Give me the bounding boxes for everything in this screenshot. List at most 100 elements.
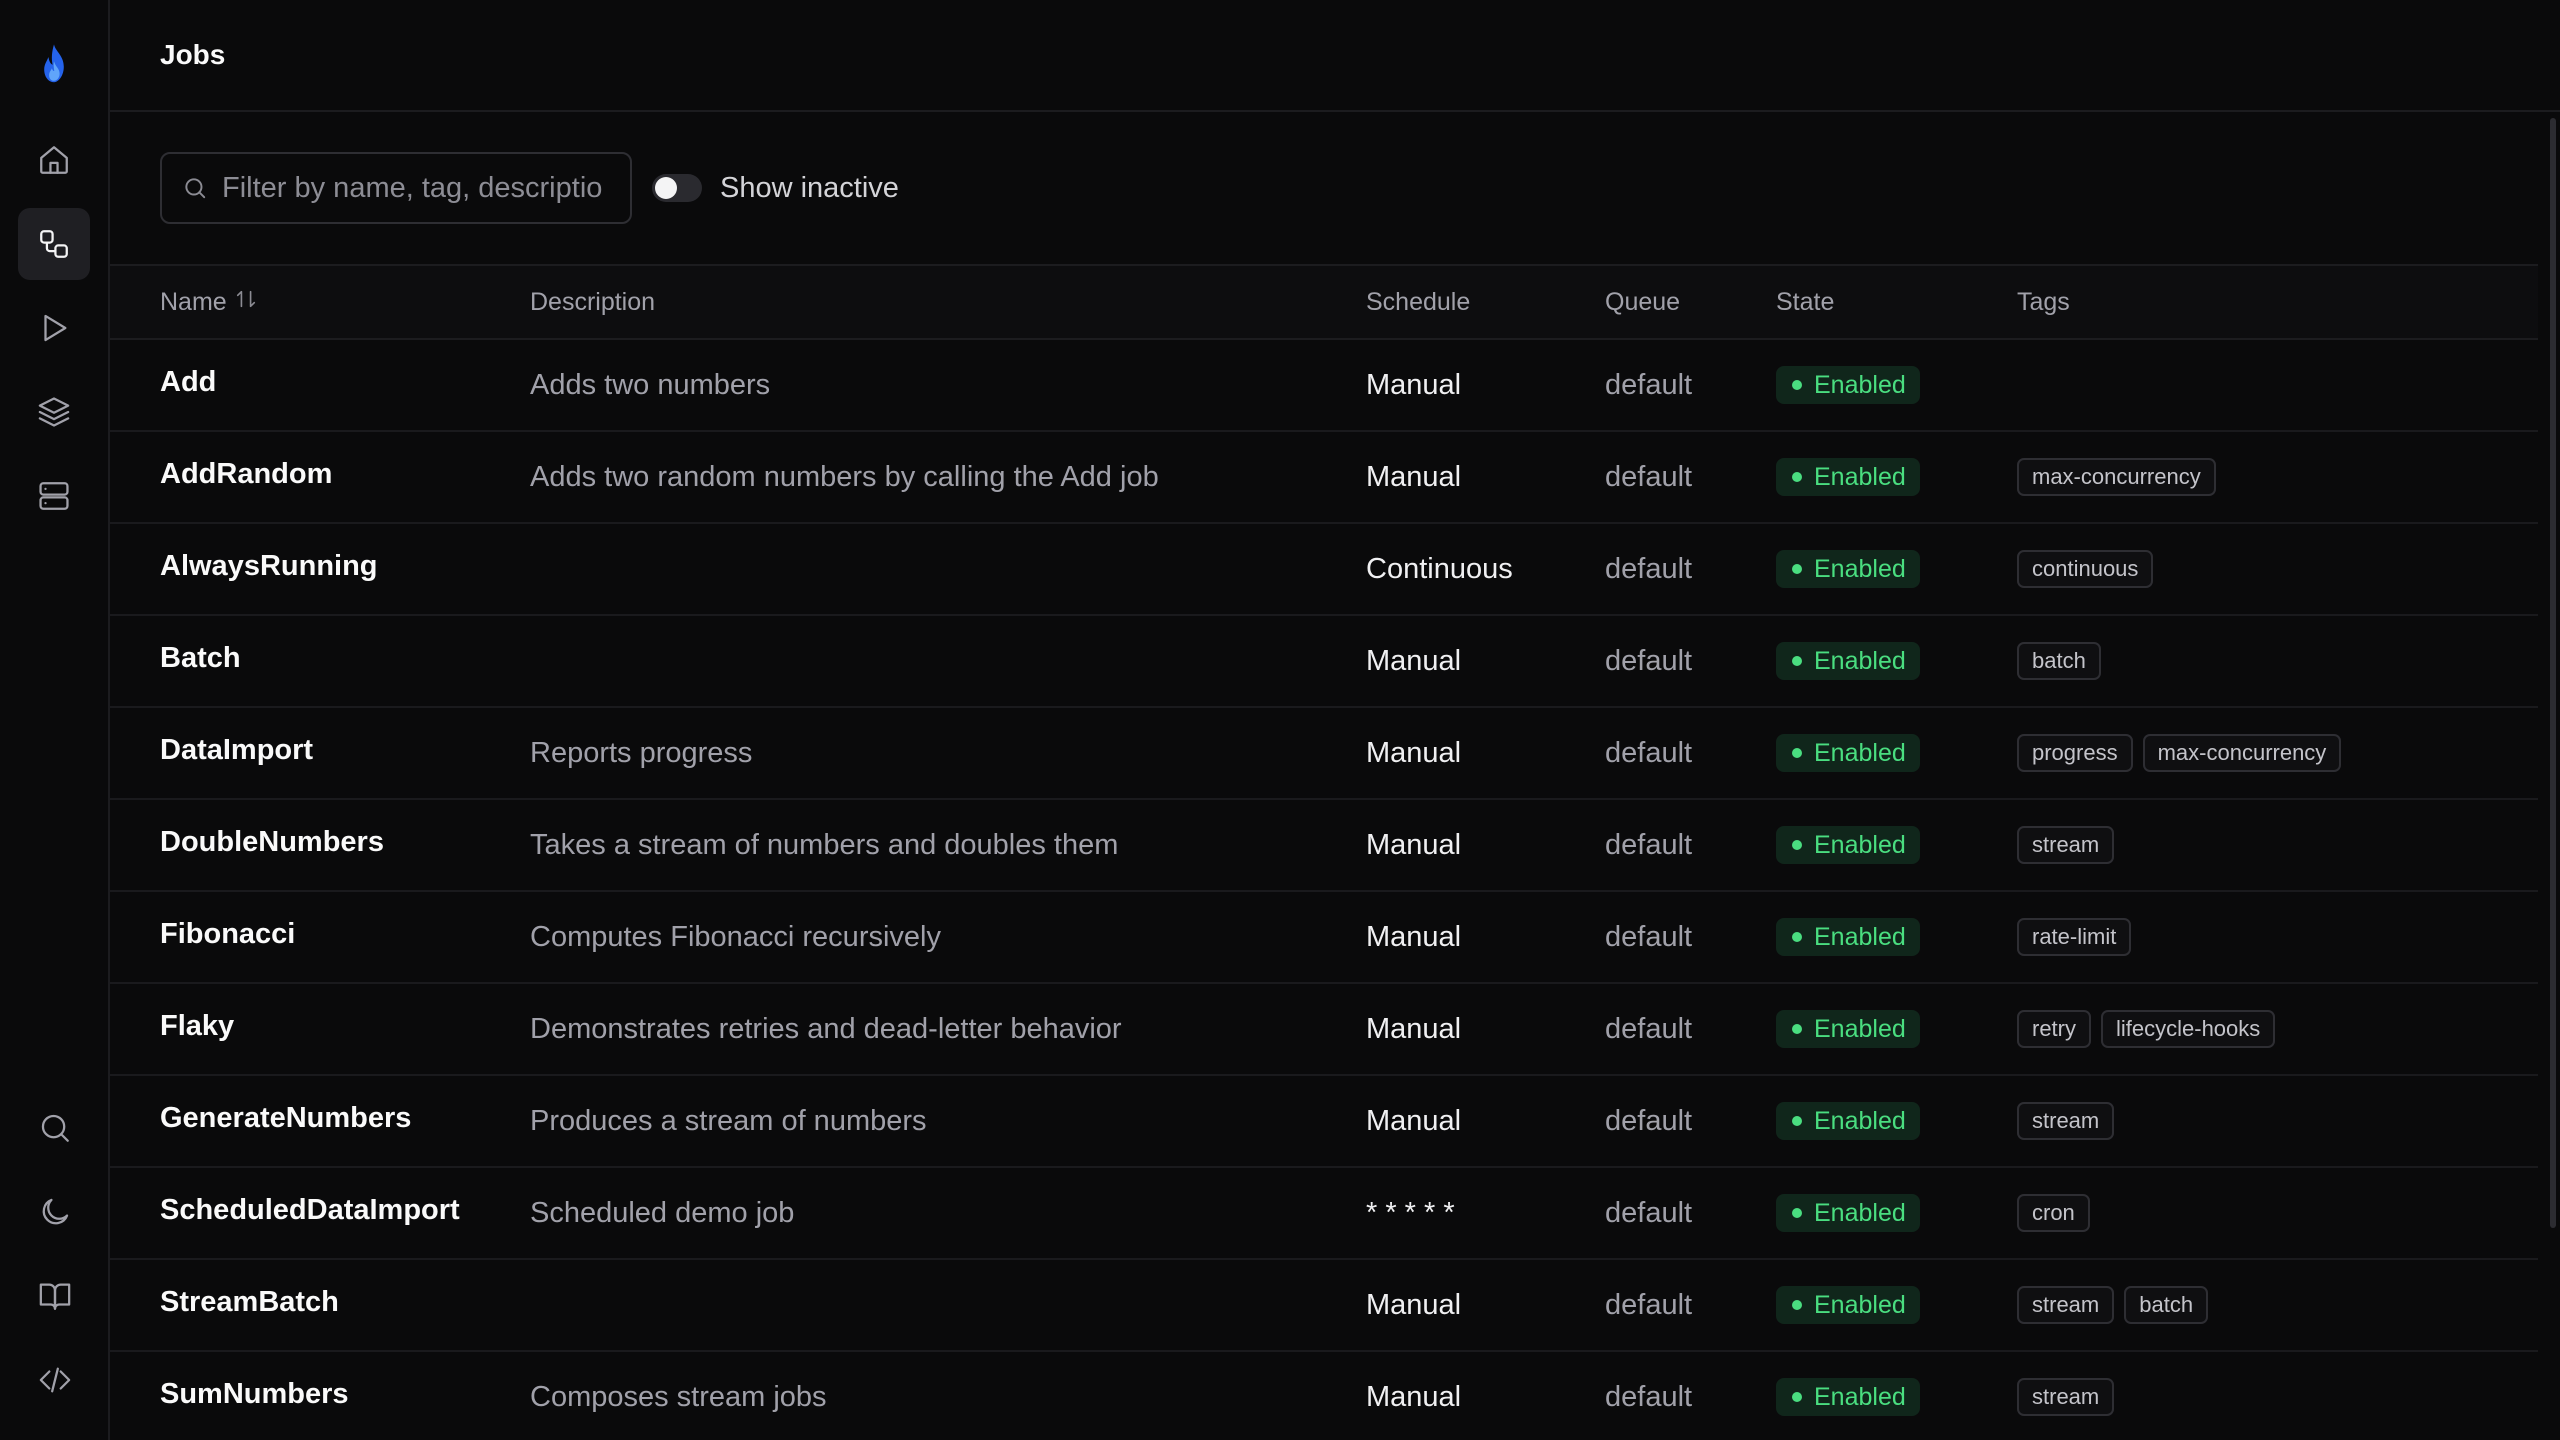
sidebar-item-runs[interactable] [18, 292, 90, 364]
job-description: Adds two random numbers by calling the A… [530, 460, 1159, 493]
home-icon [40, 146, 68, 174]
table-row[interactable]: DoubleNumbers Takes a stream of numbers … [110, 800, 2538, 892]
status-badge: Enabled [1776, 458, 1920, 496]
job-description: Reports progress [530, 736, 753, 769]
job-schedule: Manual [1366, 736, 1462, 769]
status-label: Enabled [1814, 922, 1906, 951]
job-name-link[interactable]: StreamBatch [160, 1286, 339, 1318]
job-name-link[interactable]: SumNumbers [160, 1378, 349, 1410]
scrollbar-thumb[interactable] [2550, 118, 2556, 1228]
sidebar-search-button[interactable] [19, 1092, 91, 1164]
job-schedule: Continuous [1366, 552, 1513, 585]
table-row[interactable]: Batch Manual default Enabled batch [110, 616, 2538, 708]
scrollbar[interactable] [2546, 114, 2560, 1440]
code-icon [39, 1367, 71, 1393]
sidebar-item-jobs[interactable] [18, 208, 90, 280]
play-icon [44, 314, 67, 342]
job-name-link[interactable]: AlwaysRunning [160, 550, 378, 582]
tag-list: stream [2017, 1102, 2538, 1140]
status-dot [1792, 840, 1802, 850]
status-dot [1792, 748, 1802, 758]
job-name-link[interactable]: ScheduledDataImport [160, 1194, 460, 1226]
table-body: Add Adds two numbers Manual default Enab… [110, 340, 2538, 1440]
column-header-schedule: Schedule [1366, 287, 1471, 316]
job-schedule: Manual [1366, 920, 1462, 953]
tag-badge: progress [2017, 734, 2133, 772]
job-name-link[interactable]: DoubleNumbers [160, 826, 384, 858]
flame-icon[interactable] [34, 40, 74, 88]
status-dot [1792, 1300, 1802, 1310]
sidebar-nav [18, 124, 90, 532]
status-label: Enabled [1814, 462, 1906, 491]
tag-badge: batch [2017, 642, 2101, 680]
table-header: Name Description Schedule Queue State Ta… [110, 264, 2538, 340]
docs-button[interactable] [19, 1260, 91, 1332]
table-row[interactable]: GenerateNumbers Produces a stream of num… [110, 1076, 2538, 1168]
job-description: Adds two numbers [530, 368, 771, 401]
workflow-icon [40, 230, 68, 258]
table-row[interactable]: AlwaysRunning Continuous default Enabled… [110, 524, 2538, 616]
sidebar-item-home[interactable] [18, 124, 90, 196]
status-dot [1792, 1024, 1802, 1034]
job-name-link[interactable]: Add [160, 366, 216, 398]
status-label: Enabled [1814, 1290, 1906, 1319]
tag-badge: max-concurrency [2142, 734, 2342, 772]
tag-badge: batch [2124, 1286, 2209, 1324]
sort-icon[interactable] [235, 288, 257, 317]
page-title: Jobs [160, 39, 226, 70]
theme-toggle-button[interactable] [19, 1176, 91, 1248]
job-queue: default [1605, 1012, 1693, 1045]
tag-list: retry lifecycle-hooks [2017, 1010, 2538, 1048]
job-queue: default [1605, 1380, 1693, 1413]
job-name-link[interactable]: Fibonacci [160, 918, 295, 950]
api-button[interactable] [19, 1344, 91, 1416]
tag-badge: rate-limit [2017, 918, 2132, 956]
jobs-table: Name Description Schedule Queue State Ta… [110, 264, 2538, 1440]
tag-badge: retry [2017, 1010, 2091, 1048]
job-name-link[interactable]: Flaky [160, 1010, 234, 1042]
header: Jobs [110, 0, 2560, 112]
status-badge: Enabled [1776, 1286, 1920, 1324]
table-row[interactable]: AddRandom Adds two random numbers by cal… [110, 432, 2538, 524]
main-content: Jobs Show inactive Name [110, 0, 2560, 1440]
table-row[interactable]: DataImport Reports progress Manual defau… [110, 708, 2538, 800]
table-row[interactable]: StreamBatch Manual default Enabled strea… [110, 1260, 2538, 1352]
table-row[interactable]: SumNumbers Composes stream jobs Manual d… [110, 1352, 2538, 1440]
status-dot [1792, 932, 1802, 942]
sidebar-item-queues[interactable] [18, 376, 90, 448]
column-header-name[interactable]: Name [110, 288, 530, 317]
tag-badge: stream [2017, 1286, 2115, 1324]
status-badge: Enabled [1776, 550, 1920, 588]
table-row[interactable]: Fibonacci Computes Fibonacci recursively… [110, 892, 2538, 984]
show-inactive-label[interactable]: Show inactive [720, 172, 899, 205]
sidebar [0, 0, 110, 1440]
job-schedule: Manual [1366, 368, 1462, 401]
layers-icon [38, 397, 70, 427]
job-queue: default [1605, 552, 1693, 585]
job-name-link[interactable]: AddRandom [160, 458, 332, 490]
filter-bar: Show inactive [110, 112, 2560, 264]
job-description: Composes stream jobs [530, 1380, 827, 1413]
job-name-link[interactable]: DataImport [160, 734, 313, 766]
job-queue: default [1605, 460, 1693, 493]
search-field[interactable] [160, 152, 632, 224]
job-schedule: Manual [1366, 1012, 1462, 1045]
job-name-link[interactable]: GenerateNumbers [160, 1102, 411, 1134]
show-inactive-toggle[interactable] [652, 174, 702, 202]
table-row[interactable]: Flaky Demonstrates retries and dead-lett… [110, 984, 2538, 1076]
job-name-link[interactable]: Batch [160, 642, 241, 674]
search-input[interactable] [222, 171, 602, 205]
sidebar-item-workers[interactable] [18, 460, 90, 532]
column-header-state: State [1776, 287, 1835, 316]
job-queue: default [1605, 1288, 1693, 1321]
status-badge: Enabled [1776, 1010, 1920, 1048]
status-dot [1792, 1208, 1802, 1218]
table-row[interactable]: ScheduledDataImport Scheduled demo job *… [110, 1168, 2538, 1260]
job-queue: default [1605, 828, 1693, 861]
job-schedule: Manual [1366, 460, 1462, 493]
search-icon [41, 1114, 69, 1142]
table-row[interactable]: Add Adds two numbers Manual default Enab… [110, 340, 2538, 432]
column-header-queue: Queue [1605, 287, 1681, 316]
tag-badge: max-concurrency [2017, 458, 2216, 496]
job-description: Demonstrates retries and dead-letter beh… [530, 1012, 1122, 1045]
